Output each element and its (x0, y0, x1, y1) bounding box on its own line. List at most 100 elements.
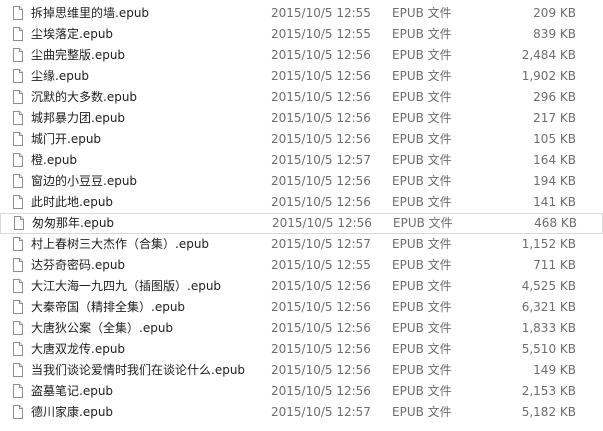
file-icon (13, 48, 23, 62)
file-icon (13, 384, 23, 398)
file-type: EPUB 文件 (392, 27, 452, 41)
file-date-modified: 2015/10/5 12:56 (271, 69, 371, 83)
file-name: 城邦暴力团.epub (31, 111, 126, 125)
file-date-modified: 2015/10/5 12:56 (271, 111, 371, 125)
file-size: 1,152 KB (521, 237, 576, 251)
file-type: EPUB 文件 (392, 258, 452, 272)
file-name: 拆掉思维里的墙.epub (31, 6, 150, 20)
file-name: 大唐狄公案（全集）.epub (31, 321, 174, 335)
file-size: 105 KB (533, 132, 576, 146)
file-row[interactable]: 尘缘.epub 2015/10/5 12:56 EPUB 文件 1,902 KB (0, 66, 603, 87)
file-row[interactable]: 德川家康.epub 2015/10/5 12:57 EPUB 文件 5,182 … (0, 402, 603, 423)
file-icon (13, 300, 23, 314)
file-name: 尘缘.epub (31, 69, 90, 83)
file-name: 盗墓笔记.epub (31, 384, 114, 398)
file-type: EPUB 文件 (392, 300, 452, 314)
file-row[interactable]: 盗墓笔记.epub 2015/10/5 12:56 EPUB 文件 2,153 … (0, 381, 603, 402)
file-size: 296 KB (533, 90, 576, 104)
file-name: 德川家康.epub (31, 405, 114, 419)
file-size: 217 KB (533, 111, 576, 125)
file-size: 5,510 KB (521, 342, 576, 356)
file-type: EPUB 文件 (392, 111, 452, 125)
file-row[interactable]: 城邦暴力团.epub 2015/10/5 12:56 EPUB 文件 217 K… (0, 108, 603, 129)
file-size: 6,321 KB (521, 300, 576, 314)
file-size: 5,182 KB (521, 405, 576, 419)
file-row[interactable]: 尘埃落定.epub 2015/10/5 12:55 EPUB 文件 839 KB (0, 24, 603, 45)
file-type: EPUB 文件 (392, 342, 452, 356)
file-icon (13, 6, 23, 20)
file-name: 村上春树三大杰作（合集）.epub (31, 237, 210, 251)
file-date-modified: 2015/10/5 12:56 (271, 90, 371, 104)
file-icon (13, 111, 23, 125)
file-list: 拆掉思维里的墙.epub 2015/10/5 12:55 EPUB 文件 209… (0, 3, 603, 423)
file-icon (13, 237, 23, 251)
file-name: 当我们谈论爱情时我们在谈论什么.epub (31, 363, 246, 377)
file-date-modified: 2015/10/5 12:56 (271, 174, 371, 188)
file-row[interactable]: 大秦帝国（精排全集）.epub 2015/10/5 12:56 EPUB 文件 … (0, 297, 603, 318)
file-row[interactable]: 尘曲完整版.epub 2015/10/5 12:56 EPUB 文件 2,484… (0, 45, 603, 66)
file-icon (13, 258, 23, 272)
file-date-modified: 2015/10/5 12:56 (271, 363, 371, 377)
file-name: 匆匆那年.epub (32, 216, 115, 230)
file-type: EPUB 文件 (392, 195, 452, 209)
file-name: 大江大海一九四九（插图版）.epub (31, 279, 222, 293)
file-type: EPUB 文件 (392, 153, 452, 167)
file-type: EPUB 文件 (392, 237, 452, 251)
file-size: 141 KB (533, 195, 576, 209)
file-date-modified: 2015/10/5 12:56 (271, 48, 371, 62)
file-size: 468 KB (534, 216, 577, 230)
file-icon (13, 132, 23, 146)
file-icon (13, 321, 23, 335)
file-row[interactable]: 匆匆那年.epub 2015/10/5 12:56 EPUB 文件 468 KB (0, 213, 603, 234)
file-size: 1,833 KB (521, 321, 576, 335)
file-date-modified: 2015/10/5 12:56 (271, 321, 371, 335)
file-date-modified: 2015/10/5 12:56 (271, 279, 371, 293)
file-date-modified: 2015/10/5 12:57 (271, 237, 371, 251)
file-date-modified: 2015/10/5 12:56 (271, 342, 371, 356)
file-type: EPUB 文件 (392, 69, 452, 83)
file-type: EPUB 文件 (392, 132, 452, 146)
file-size: 2,153 KB (521, 384, 576, 398)
file-size: 4,525 KB (521, 279, 576, 293)
file-row[interactable]: 拆掉思维里的墙.epub 2015/10/5 12:55 EPUB 文件 209… (0, 3, 603, 24)
file-icon (13, 405, 23, 419)
file-date-modified: 2015/10/5 12:56 (271, 195, 371, 209)
file-name: 尘曲完整版.epub (31, 48, 126, 62)
file-date-modified: 2015/10/5 12:55 (271, 27, 371, 41)
file-icon (13, 153, 23, 167)
file-type: EPUB 文件 (392, 321, 452, 335)
file-row[interactable]: 大唐狄公案（全集）.epub 2015/10/5 12:56 EPUB 文件 1… (0, 318, 603, 339)
file-row[interactable]: 城门开.epub 2015/10/5 12:56 EPUB 文件 105 KB (0, 129, 603, 150)
file-row[interactable]: 大唐双龙传.epub 2015/10/5 12:56 EPUB 文件 5,510… (0, 339, 603, 360)
file-type: EPUB 文件 (392, 279, 452, 293)
file-date-modified: 2015/10/5 12:55 (271, 6, 371, 20)
file-icon (13, 279, 23, 293)
file-row[interactable]: 橙.epub 2015/10/5 12:57 EPUB 文件 164 KB (0, 150, 603, 171)
file-date-modified: 2015/10/5 12:56 (271, 132, 371, 146)
file-type: EPUB 文件 (392, 6, 452, 20)
file-name: 大唐双龙传.epub (31, 342, 126, 356)
file-name: 此时此地.epub (31, 195, 114, 209)
file-icon (13, 195, 23, 209)
file-name: 沉默的大多数.epub (31, 90, 138, 104)
file-type: EPUB 文件 (392, 363, 452, 377)
file-row[interactable]: 当我们谈论爱情时我们在谈论什么.epub 2015/10/5 12:56 EPU… (0, 360, 603, 381)
file-type: EPUB 文件 (392, 405, 452, 419)
file-row[interactable]: 窗边的小豆豆.epub 2015/10/5 12:56 EPUB 文件 194 … (0, 171, 603, 192)
file-row[interactable]: 达芬奇密码.epub 2015/10/5 12:55 EPUB 文件 711 K… (0, 255, 603, 276)
file-row[interactable]: 沉默的大多数.epub 2015/10/5 12:56 EPUB 文件 296 … (0, 87, 603, 108)
file-type: EPUB 文件 (392, 90, 452, 104)
file-size: 1,902 KB (521, 69, 576, 83)
file-row[interactable]: 村上春树三大杰作（合集）.epub 2015/10/5 12:57 EPUB 文… (0, 234, 603, 255)
file-size: 711 KB (533, 258, 576, 272)
file-size: 2,484 KB (521, 48, 576, 62)
file-date-modified: 2015/10/5 12:57 (271, 405, 371, 419)
file-icon (13, 174, 23, 188)
file-row[interactable]: 此时此地.epub 2015/10/5 12:56 EPUB 文件 141 KB (0, 192, 603, 213)
file-name: 橙.epub (31, 153, 78, 167)
file-name: 窗边的小豆豆.epub (31, 174, 138, 188)
file-icon (13, 69, 23, 83)
file-row[interactable]: 大江大海一九四九（插图版）.epub 2015/10/5 12:56 EPUB … (0, 276, 603, 297)
file-icon (13, 27, 23, 41)
file-date-modified: 2015/10/5 12:55 (271, 258, 371, 272)
